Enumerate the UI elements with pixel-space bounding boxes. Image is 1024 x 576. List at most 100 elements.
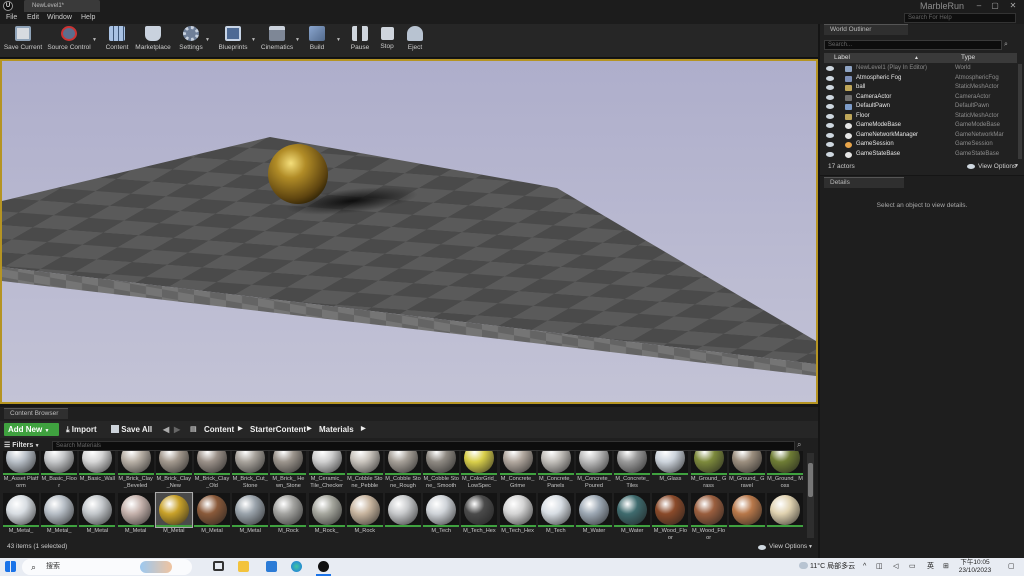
- material-tile[interactable]: M_Brick_ Hewn_Stone: [270, 451, 307, 489]
- stop-button[interactable]: Stop: [375, 26, 399, 57]
- view-options-button[interactable]: View Options: [978, 161, 1016, 172]
- breadcrumb-materials[interactable]: Materials: [319, 423, 354, 436]
- material-tile[interactable]: M_Tech_Hex: [461, 493, 498, 535]
- edge-icon[interactable]: [291, 561, 302, 572]
- details-tab[interactable]: Details: [824, 177, 904, 188]
- eye-icon[interactable]: [826, 142, 834, 147]
- outliner-row[interactable]: Floor StaticMeshActor: [824, 112, 1017, 122]
- material-tile[interactable]: M_Asset Platform: [3, 451, 39, 489]
- outliner-scrollbar[interactable]: [1018, 64, 1022, 159]
- file-explorer-icon[interactable]: [238, 561, 249, 572]
- eye-icon[interactable]: [826, 85, 834, 90]
- outliner-row[interactable]: GameStateBase GameStateBase: [824, 150, 1017, 160]
- breadcrumb-startercontent[interactable]: StarterContent: [250, 423, 306, 436]
- eye-icon[interactable]: [826, 132, 834, 138]
- material-tile[interactable]: M_ColorGrid_ LowSpec: [461, 451, 498, 489]
- world-outliner-tab[interactable]: World Outliner: [824, 24, 908, 35]
- blueprints-dropdown-icon[interactable]: ▼: [251, 37, 256, 43]
- material-tile[interactable]: M_Wood_Floor: [652, 493, 689, 541]
- pause-button[interactable]: Pause: [348, 26, 372, 57]
- material-tile[interactable]: M_Concrete_ Panels: [537, 451, 574, 489]
- material-tile[interactable]: M_Ground_ Grass: [690, 451, 727, 489]
- search-icon[interactable]: ⌕: [797, 440, 801, 450]
- blueprints-button[interactable]: Blueprints: [214, 26, 252, 57]
- outliner-row[interactable]: GameSession GameSession: [824, 140, 1017, 150]
- material-tile[interactable]: M_Basic_Wall: [79, 451, 116, 483]
- material-tile[interactable]: M_Cobble Stone_Pebble: [346, 451, 383, 489]
- build-button[interactable]: Build: [305, 26, 329, 57]
- import-button[interactable]: ⤓ Import: [66, 423, 97, 436]
- task-view-icon[interactable]: [213, 561, 224, 571]
- outliner-row[interactable]: Atmospheric Fog AtmosphericFog: [824, 74, 1017, 84]
- cinematics-button[interactable]: Cinematics: [258, 26, 296, 57]
- material-tile[interactable]: M_Rock_: [308, 493, 345, 535]
- battery-icon[interactable]: ▭: [909, 558, 916, 576]
- search-icon[interactable]: ⌕: [1004, 40, 1016, 50]
- material-tile[interactable]: M_Metal_: [41, 493, 78, 535]
- outliner-row[interactable]: CameraActor CameraActor: [824, 93, 1017, 103]
- weather-widget[interactable]: 11°C 局部多云: [799, 558, 855, 576]
- eject-button[interactable]: Eject: [403, 26, 427, 57]
- close-button[interactable]: ✕: [1006, 0, 1020, 12]
- outliner-search-input[interactable]: Search...: [824, 40, 1002, 50]
- level-tab[interactable]: NewLevel1*: [24, 0, 100, 12]
- col-label-header[interactable]: Label: [834, 53, 850, 63]
- view-options-button[interactable]: View Options: [769, 541, 807, 553]
- material-tile[interactable]: M_Brick_Clay _Beveled: [117, 451, 154, 489]
- material-tile[interactable]: [767, 493, 803, 528]
- taskbar-clock[interactable]: 下午10:05 23/10/2023: [957, 559, 993, 575]
- network-icon[interactable]: ◫: [876, 558, 883, 576]
- level-viewport[interactable]: [0, 59, 818, 404]
- outliner-row[interactable]: NewLevel1 (Play In Editor) World: [824, 64, 1017, 74]
- minimize-button[interactable]: –: [972, 0, 986, 12]
- material-tile[interactable]: [385, 493, 421, 528]
- content-browser-scrollbar-thumb[interactable]: [808, 463, 813, 497]
- save-all-button[interactable]: Save All: [111, 423, 152, 436]
- back-arrow-icon[interactable]: ◀: [163, 423, 169, 436]
- material-tile[interactable]: M_Ground_ Gravel: [728, 451, 765, 489]
- material-tile[interactable]: M_Brick_Cut_ Stone: [232, 451, 269, 489]
- material-tile[interactable]: M_Metal: [194, 493, 230, 535]
- material-tile[interactable]: M_Brick_Clay _Old: [194, 451, 230, 489]
- material-tile[interactable]: M_Wood_Floor: [690, 493, 727, 541]
- menu-window[interactable]: Window: [47, 12, 72, 24]
- notification-icon[interactable]: ▢: [1008, 558, 1015, 576]
- material-tile[interactable]: M_Basic_Floor: [41, 451, 78, 489]
- material-tile[interactable]: M_Ceramic_ Tile_Checker: [308, 451, 345, 489]
- material-tile[interactable]: M_Water: [576, 493, 612, 535]
- eye-icon[interactable]: [826, 94, 834, 100]
- material-tile[interactable]: M_Tech_Hex: [499, 493, 536, 535]
- taskbar-search-input[interactable]: ⌕ 搜索: [22, 559, 192, 575]
- source-control-button[interactable]: Source Control: [46, 26, 92, 57]
- outliner-row[interactable]: GameModeBase GameModeBase: [824, 121, 1017, 131]
- material-tile[interactable]: M_Glass: [652, 451, 689, 483]
- material-tile[interactable]: M_Brick_Clay _New: [155, 451, 192, 489]
- material-tile[interactable]: M_Water: [614, 493, 651, 535]
- marketplace-button[interactable]: Marketplace: [134, 26, 172, 57]
- add-new-button[interactable]: Add New ▼: [4, 423, 59, 436]
- volume-icon[interactable]: ◁: [893, 558, 898, 576]
- material-tile[interactable]: M_Ground_ Moss: [767, 451, 803, 489]
- material-tile[interactable]: M_Metal: [79, 493, 116, 535]
- menu-edit[interactable]: Edit: [27, 12, 39, 24]
- ime-indicator[interactable]: 英: [927, 558, 934, 576]
- eye-icon[interactable]: [826, 123, 834, 128]
- breadcrumb-content[interactable]: Content: [204, 423, 234, 436]
- material-tile[interactable]: M_Cobble Stone_ Smooth: [423, 451, 460, 489]
- chevron-up-icon[interactable]: ^: [863, 558, 866, 576]
- save-current-button[interactable]: Save Current: [3, 26, 43, 57]
- material-tile[interactable]: M_Rock: [270, 493, 307, 535]
- material-tile[interactable]: M_Rock: [346, 493, 383, 535]
- maximize-button[interactable]: ▢: [988, 0, 1002, 12]
- materials-search-input[interactable]: Search Materials: [52, 441, 795, 451]
- material-tile[interactable]: [728, 493, 765, 528]
- material-tile[interactable]: M_Cobble Stone_Rough: [385, 451, 421, 489]
- build-dropdown-icon[interactable]: ▼: [336, 37, 341, 43]
- mail-icon[interactable]: [266, 561, 277, 572]
- source-control-dropdown-icon[interactable]: ▼: [92, 37, 97, 43]
- outliner-row[interactable]: GameNetworkManager GameNetworkMar: [824, 131, 1017, 141]
- outliner-row[interactable]: ball StaticMeshActor: [824, 83, 1017, 93]
- menu-file[interactable]: File: [6, 12, 17, 24]
- eye-icon[interactable]: [826, 104, 834, 109]
- content-button[interactable]: Content: [102, 26, 132, 57]
